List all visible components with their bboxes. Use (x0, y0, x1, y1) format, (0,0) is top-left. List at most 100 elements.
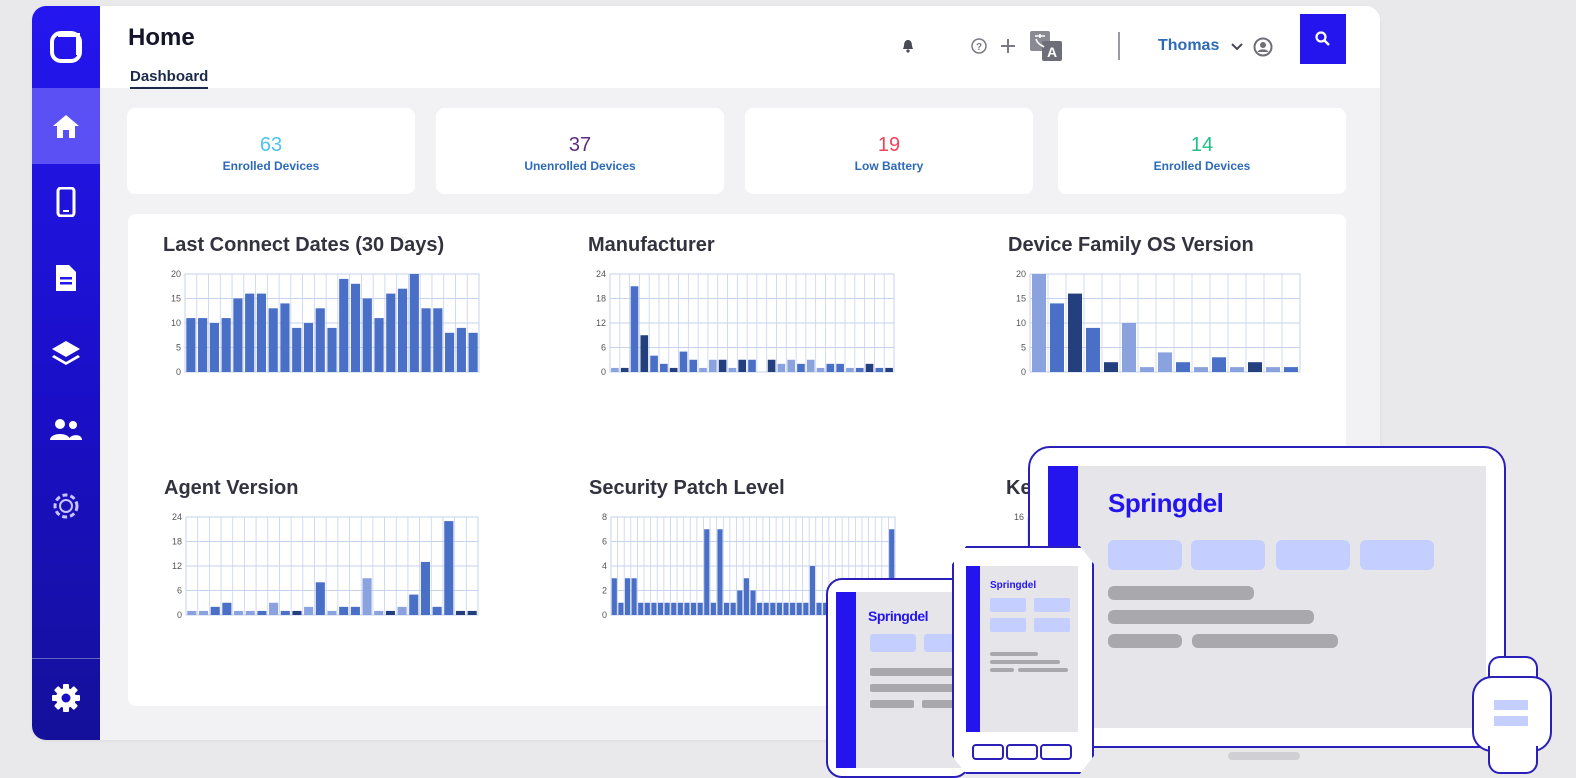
app-logo[interactable] (32, 6, 100, 88)
api-gear-icon (53, 493, 79, 519)
notification-bell-icon[interactable] (900, 38, 916, 54)
chart-bar (350, 606, 360, 615)
chart-bar (743, 578, 749, 615)
chart-bar (790, 602, 796, 615)
chart-bar (650, 355, 658, 372)
chart-bar (1265, 367, 1281, 372)
search-button[interactable] (1300, 14, 1346, 64)
stat-card-low-battery[interactable]: 19 Low Battery (745, 108, 1033, 194)
tab-dashboard[interactable]: Dashboard (130, 68, 209, 89)
chart-bar (327, 327, 337, 372)
chart-bar (677, 602, 683, 615)
search-icon (1315, 31, 1330, 46)
top-header: Home Dashboard ? A Thomas (100, 6, 1380, 89)
chart-title: Last Connect Dates (30 Days) (163, 234, 445, 256)
stat-label: Enrolled Devices (1153, 159, 1251, 173)
chart-bar (233, 298, 243, 372)
y-tick-label: 0 (176, 367, 181, 377)
chevron-down-icon[interactable] (1230, 40, 1244, 54)
y-tick-label: 0 (177, 610, 182, 620)
chart-bar (797, 363, 805, 372)
add-icon[interactable] (998, 36, 1018, 56)
y-tick-label: 12 (596, 318, 606, 328)
chart-bar (748, 359, 756, 372)
chart-bar (280, 610, 290, 615)
brand-logo-phone: Springdel (990, 580, 1037, 591)
chart-bar (256, 293, 267, 372)
chart-bar (315, 582, 325, 615)
chart-bar (704, 529, 710, 615)
stat-value: 14 (1190, 134, 1214, 156)
placeholder-line (990, 652, 1038, 656)
chart-title: Device Family OS Version (1008, 234, 1254, 256)
placeholder-line (1108, 586, 1254, 600)
sidebar-item-devices[interactable] (32, 164, 100, 240)
watch-band (1488, 746, 1538, 774)
placeholder-pill (1276, 540, 1350, 570)
y-tick-label: 0 (602, 610, 607, 620)
phone-sidebar (966, 566, 980, 732)
sidebar (32, 6, 100, 740)
sidebar-item-settings[interactable] (32, 660, 100, 736)
y-tick-label: 24 (172, 512, 182, 522)
chart-bar (209, 323, 219, 372)
chart-bar (690, 602, 697, 615)
chart-bar (1031, 274, 1047, 372)
user-menu[interactable]: Thomas (1158, 37, 1219, 55)
chart-bar (292, 610, 302, 615)
chart-bar (269, 602, 279, 615)
chart-bar (210, 606, 220, 615)
stat-card-unenrolled[interactable]: 37 Unenrolled Devices (436, 108, 724, 194)
y-tick-label: 0 (1021, 367, 1026, 377)
chart-bar (455, 610, 466, 615)
sidebar-item-home[interactable] (32, 88, 100, 164)
chart-bar (245, 610, 255, 615)
chart-title: Agent Version (164, 477, 299, 499)
phone-illustration: Springdel (952, 546, 1094, 774)
chart-bar (234, 610, 244, 615)
chart-bar (187, 610, 197, 615)
account-icon[interactable] (1252, 36, 1274, 58)
chart-bar (750, 590, 756, 615)
y-tick-label: 18 (596, 294, 606, 304)
chart-bar (710, 602, 716, 615)
sidebar-item-api[interactable] (32, 468, 100, 544)
y-tick-label: 16 (1014, 512, 1024, 522)
chart-bar (757, 602, 763, 615)
translate-icon[interactable]: A (1028, 28, 1064, 64)
stat-value: 37 (568, 134, 592, 156)
chart-title: Security Patch Level (589, 477, 785, 499)
placeholder-line (990, 660, 1060, 664)
sidebar-item-documents[interactable] (32, 240, 100, 316)
sidebar-item-layers[interactable] (32, 316, 100, 392)
phone-nav-button (1006, 744, 1038, 760)
chart-bar (611, 578, 617, 615)
tablet-illustration: Springdel (1028, 446, 1506, 748)
stat-card-enrolled-2[interactable]: 14 Enrolled Devices (1058, 108, 1346, 194)
chart-bar (770, 602, 776, 615)
chart-bar (468, 332, 478, 372)
chart-bar (644, 602, 650, 615)
chart-bar (385, 610, 395, 615)
placeholder-line (870, 700, 914, 708)
chart-bar (386, 293, 396, 372)
chart-bar (846, 367, 854, 372)
chart-bar (362, 298, 372, 372)
stat-card-enrolled[interactable]: 63 Enrolled Devices (127, 108, 415, 194)
chart-bar (1211, 357, 1227, 372)
chart-bar (374, 610, 384, 615)
help-icon[interactable]: ? (970, 37, 988, 55)
chart-bar (699, 367, 707, 372)
chart-bar (855, 367, 864, 372)
sidebar-item-users[interactable] (32, 392, 100, 468)
tablet-home-indicator (1228, 752, 1300, 760)
document-icon (56, 265, 76, 291)
chart-bar (865, 363, 874, 372)
y-tick-label: 24 (596, 269, 606, 279)
chart-bar (397, 606, 407, 615)
stat-value: 63 (259, 134, 283, 156)
chart-bar (664, 602, 670, 615)
chart-bar (728, 367, 737, 372)
chart-bar (717, 529, 723, 615)
chart-bar (186, 318, 196, 372)
